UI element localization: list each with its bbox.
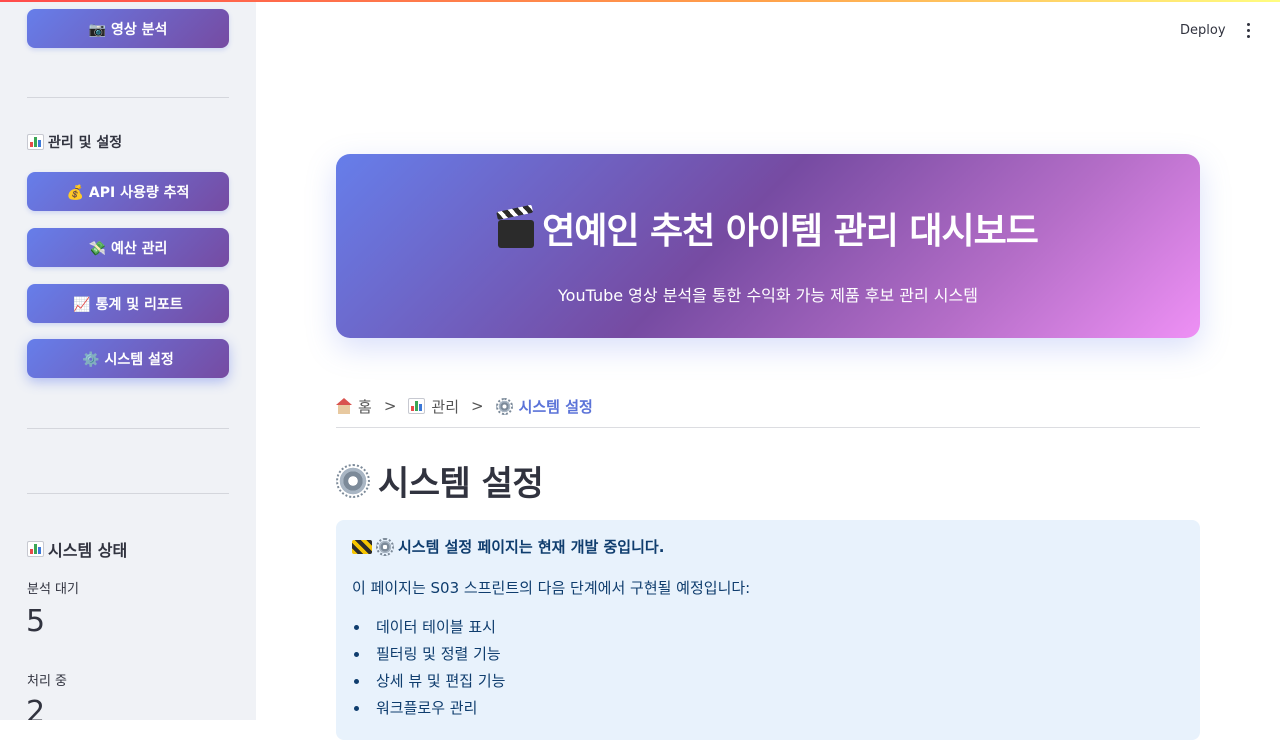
info-list: 데이터 테이블 표시 필터링 및 정렬 기능 상세 뷰 및 편집 기능 워크플로… xyxy=(352,617,505,725)
video-analysis-label: 📷 영상 분석 xyxy=(88,21,168,38)
kebab-menu-icon[interactable] xyxy=(1238,18,1258,42)
clapper-board-icon xyxy=(498,220,535,248)
hero-title-row: 연예인 추천 아이템 관리 대시보드 xyxy=(336,202,1200,254)
top-decoration-stripe xyxy=(0,0,1280,2)
breadcrumb-current: 시스템 설정 xyxy=(518,397,593,416)
sidebar-section-manage: 관리 및 설정 xyxy=(27,132,122,152)
stats-report-label: 📈 통계 및 리포트 xyxy=(73,296,183,313)
gear-icon xyxy=(495,397,513,415)
api-usage-label: 💰 API 사용량 추적 xyxy=(66,184,190,201)
system-settings-label: ⚙️ 시스템 설정 xyxy=(82,351,174,368)
bar-chart-icon xyxy=(27,134,44,150)
video-analysis-button[interactable]: 📷 영상 분석 xyxy=(27,9,229,48)
metric-value-processing: 2 xyxy=(26,695,46,720)
sidebar-section-manage-label: 관리 및 설정 xyxy=(48,135,123,151)
breadcrumb-divider xyxy=(336,427,1200,428)
list-item: 상세 뷰 및 편집 기능 xyxy=(352,671,505,698)
list-item: 워크플로우 관리 xyxy=(352,698,505,725)
info-description: 이 페이지는 S03 스프린트의 다음 단계에서 구현될 예정입니다: xyxy=(352,579,751,597)
info-headline-row: 시스템 설정 페이지는 현재 개발 중입니다. xyxy=(352,536,664,557)
sidebar-divider xyxy=(27,97,229,98)
deploy-button[interactable]: Deploy xyxy=(1174,18,1232,42)
system-settings-button[interactable]: ⚙️ 시스템 설정 xyxy=(27,339,229,378)
gear-icon xyxy=(336,463,370,498)
budget-management-button[interactable]: 💸 예산 관리 xyxy=(27,228,229,267)
system-status-header: 시스템 상태 xyxy=(27,537,127,561)
hero-banner: 연예인 추천 아이템 관리 대시보드 YouTube 영상 분석을 통한 수익화… xyxy=(336,154,1200,338)
page-title-row: 시스템 설정 xyxy=(336,456,544,505)
list-item: 필터링 및 정렬 기능 xyxy=(352,644,505,671)
breadcrumb-separator: > xyxy=(383,397,397,415)
metric-label-processing: 처리 중 xyxy=(27,674,68,689)
breadcrumb-separator: > xyxy=(471,397,484,415)
metric-label-pending: 분석 대기 xyxy=(27,582,79,597)
sidebar-divider xyxy=(27,493,229,494)
budget-management-label: 💸 예산 관리 xyxy=(88,240,168,257)
sidebar: 📷 영상 분석 관리 및 설정 💰 API 사용량 추적 💸 예산 관리 📈 통… xyxy=(0,0,256,720)
house-icon xyxy=(336,398,352,414)
info-headline: 시스템 설정 페이지는 현재 개발 중입니다. xyxy=(398,538,665,556)
info-alert: 시스템 설정 페이지는 현재 개발 중입니다. 이 페이지는 S03 스프린트의… xyxy=(336,520,1200,740)
breadcrumb-home[interactable]: 홈 xyxy=(358,396,372,417)
stats-report-button[interactable]: 📈 통계 및 리포트 xyxy=(27,284,229,323)
system-status-title: 시스템 상태 xyxy=(48,541,128,560)
metric-value-pending: 5 xyxy=(26,604,46,639)
gear-icon xyxy=(376,537,394,556)
bar-chart-icon xyxy=(27,541,44,557)
breadcrumb-manage[interactable]: 관리 xyxy=(431,396,459,417)
hero-subtitle: YouTube 영상 분석을 통한 수익화 가능 제품 후보 관리 시스템 xyxy=(558,286,978,305)
construction-barrier-icon xyxy=(352,539,372,554)
page-title: 시스템 설정 xyxy=(378,464,544,504)
breadcrumb: 홈 > 관리 > 시스템 설정 xyxy=(336,394,593,418)
api-usage-button[interactable]: 💰 API 사용량 추적 xyxy=(27,172,229,211)
sidebar-divider xyxy=(27,428,229,429)
list-item: 데이터 테이블 표시 xyxy=(352,617,505,644)
hero-title: 연예인 추천 아이템 관리 대시보드 xyxy=(542,211,1039,252)
bar-chart-icon xyxy=(408,398,426,414)
